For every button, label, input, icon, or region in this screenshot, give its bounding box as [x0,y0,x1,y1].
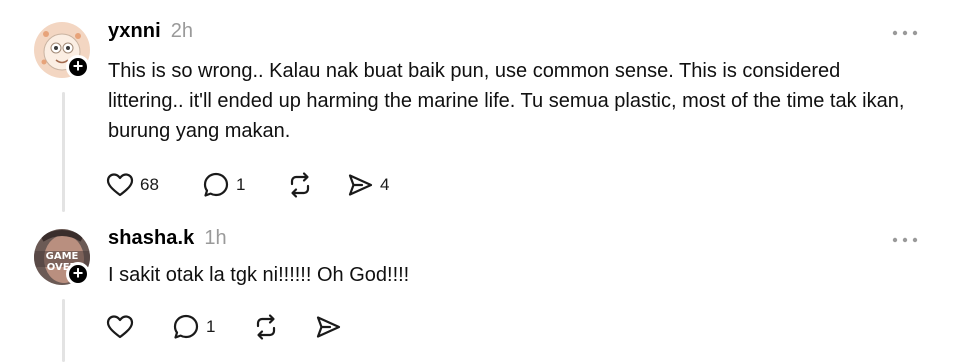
follow-button[interactable]: + [66,262,90,286]
comment-text: This is so wrong.. Kalau nak buat baik p… [108,60,905,142]
username[interactable]: shasha.k [108,227,194,250]
thread-line [62,299,65,362]
more-button[interactable] [890,233,920,247]
repost-button[interactable] [252,313,314,341]
reply-count: 1 [236,175,246,194]
comment-header: yxnni 2h [108,20,193,48]
comment-icon [203,172,229,197]
comment-2: GAME OVER + shasha.k 1h I sakit otak la … [0,215,954,362]
share-button[interactable]: 4 [346,171,389,199]
timestamp: 2h [170,20,193,42]
reply-button[interactable]: 1 [172,313,252,341]
username[interactable]: yxnni [108,20,161,43]
like-button[interactable] [106,314,172,340]
heart-icon [106,315,134,339]
share-count: 4 [380,175,390,194]
comment-text: I sakit otak la tgk ni!!!!!! Oh God!!!! [108,264,410,286]
svg-text:GAME: GAME [46,251,79,262]
reply-count: 1 [206,317,216,336]
plus-icon: + [72,263,84,283]
share-icon [316,316,341,338]
follow-button[interactable]: + [66,55,90,79]
thread-line [62,92,65,212]
share-button[interactable] [314,313,348,341]
like-count: 68 [140,175,159,194]
more-dots-icon [892,237,918,243]
comment-icon [173,314,199,339]
reply-button[interactable]: 1 [202,171,286,199]
like-button[interactable]: 68 [106,172,202,198]
comment-header: shasha.k 1h [108,227,227,255]
action-bar: 1 [106,312,348,342]
heart-icon [106,173,134,197]
plus-icon: + [72,56,84,76]
repost-icon [290,172,310,198]
more-button[interactable] [890,26,920,40]
repost-button[interactable] [286,171,346,199]
timestamp: 1h [204,227,227,249]
share-icon [348,174,373,196]
comment-1: + yxnni 2h This is so wrong.. Kalau nak … [0,0,954,215]
repost-icon [256,314,276,340]
more-dots-icon [892,30,918,36]
action-bar: 68 1 4 [106,170,389,200]
